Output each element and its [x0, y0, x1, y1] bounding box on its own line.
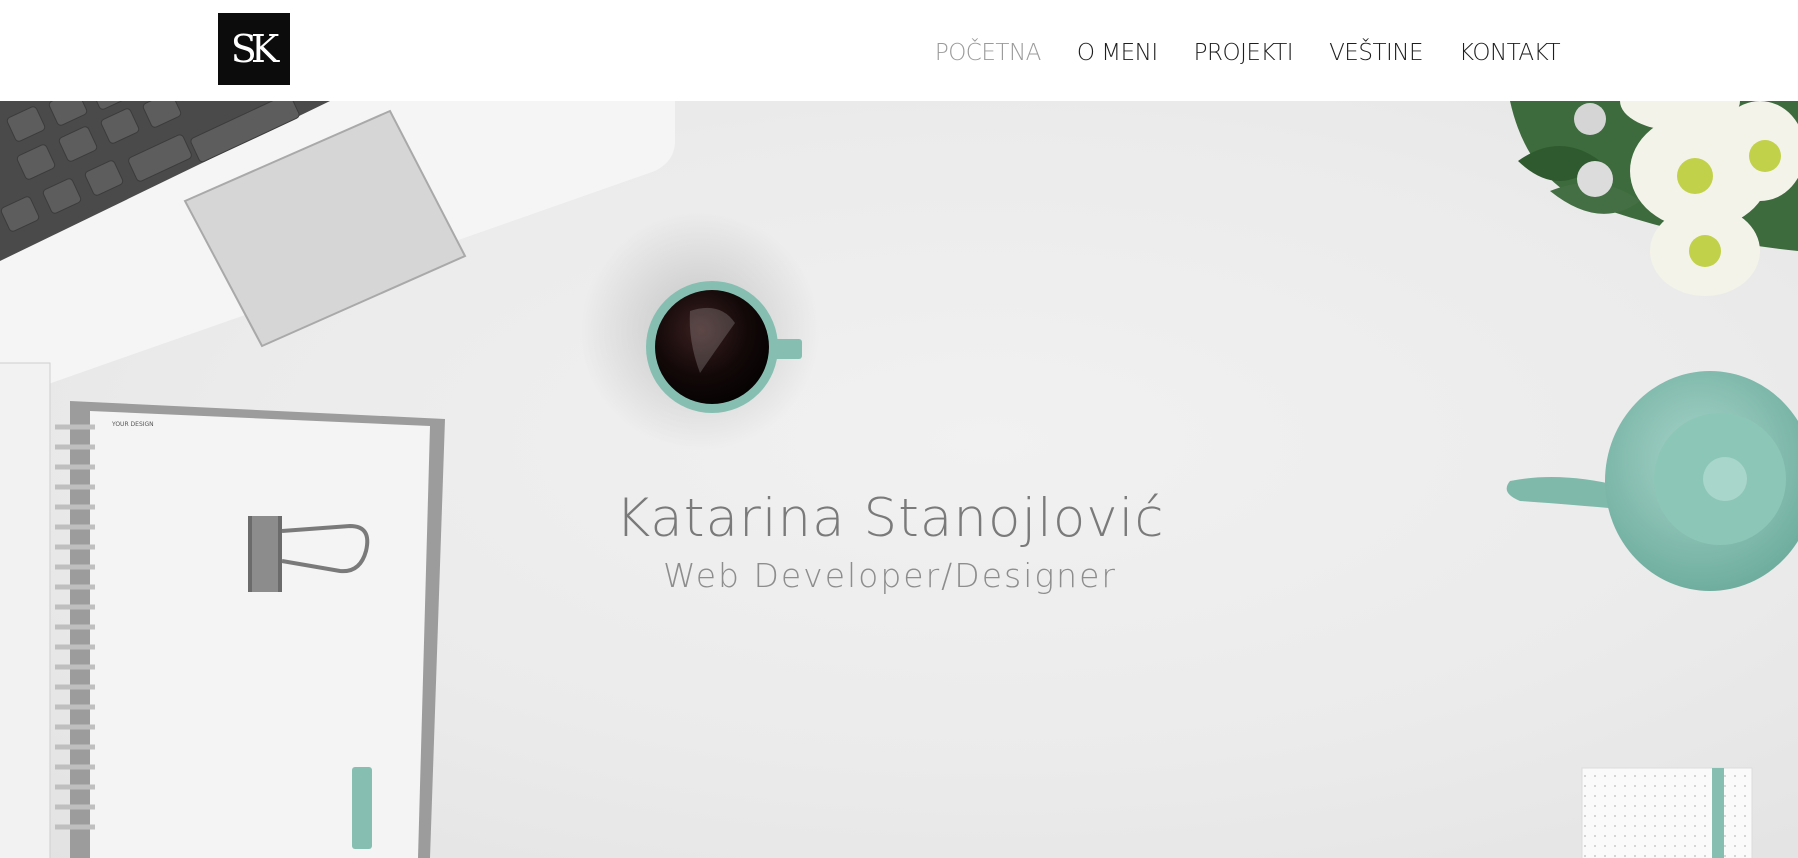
nav-item-pocetna[interactable]: POČETNA [935, 40, 1042, 66]
notebook: YOUR DESIGN [0, 362, 445, 858]
main-nav: POČETNA O MENI PROJEKTI VEŠTINE KONTAKT [935, 40, 1561, 66]
hero-background-image: YOUR DESIGN [0, 101, 1798, 858]
page: SK POČETNA O MENI PROJEKTI VEŠTINE KONTA… [0, 0, 1798, 858]
dotted-notebook [1581, 767, 1753, 858]
hero-section: YOUR DESIGN Katarina Stanojlović Web Dev… [0, 101, 1798, 858]
laptop [0, 101, 675, 401]
site-header: SK POČETNA O MENI PROJEKTI VEŠTINE KONTA… [0, 0, 1798, 101]
logo-text: SK [230, 27, 279, 71]
nav-item-projekti[interactable]: PROJEKTI [1194, 40, 1294, 66]
nav-item-vestine[interactable]: VEŠTINE [1329, 40, 1423, 66]
hero-subtitle: Web Developer/Designer [663, 556, 1117, 596]
flowers [1510, 101, 1798, 296]
logo[interactable]: SK [218, 13, 290, 85]
nav-item-kontakt[interactable]: KONTAKT [1459, 40, 1560, 66]
notebook-label: YOUR DESIGN [111, 421, 154, 428]
coffee-cup [580, 211, 820, 451]
hero-name: Katarina Stanojlović [615, 488, 1165, 549]
nav-item-o-meni[interactable]: O MENI [1077, 40, 1158, 66]
hero-text: Katarina Stanojlović Web Developer/Desig… [0, 488, 1780, 596]
